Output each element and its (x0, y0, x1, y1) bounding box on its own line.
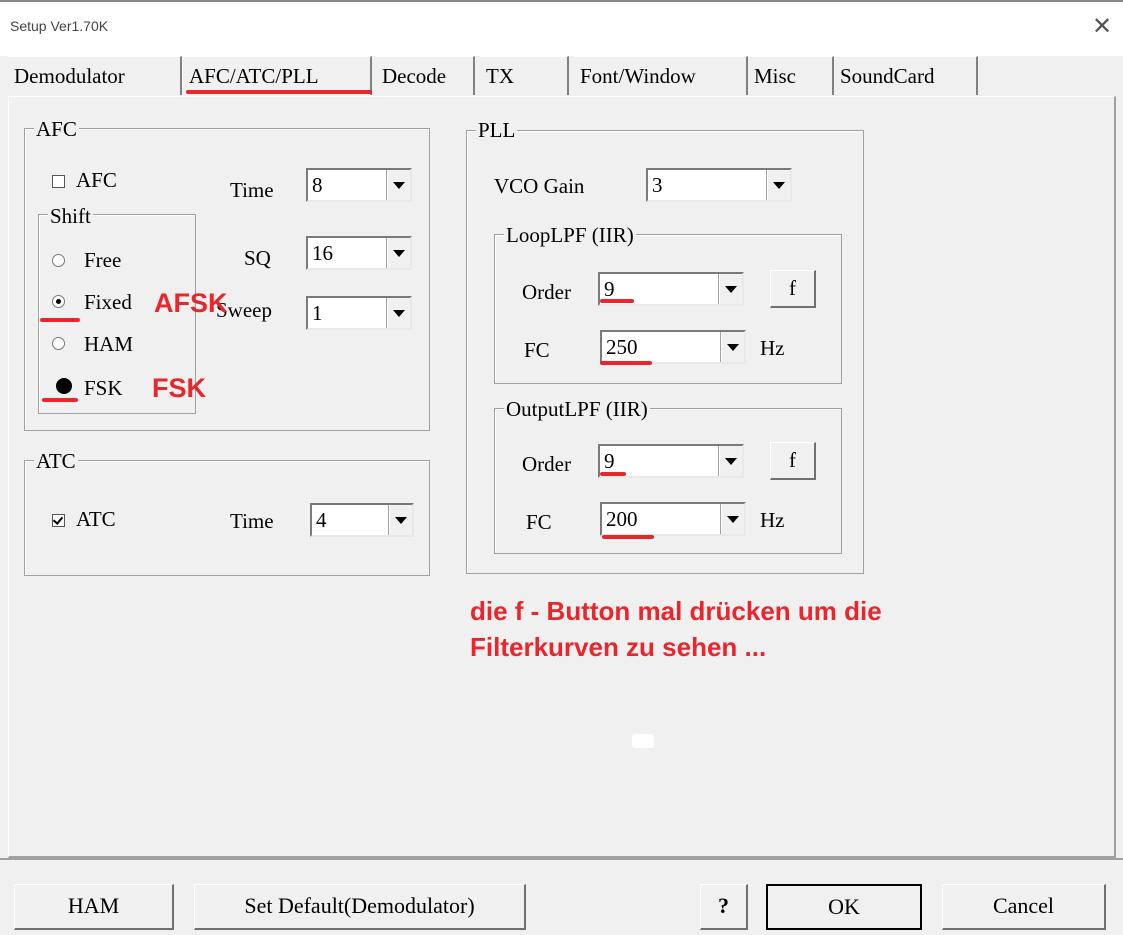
afc-sq-value: 16 (312, 241, 333, 265)
tab-strip: Demodulator AFC/ATC/PLL Decode TX Font/W… (8, 56, 1123, 96)
afc-time-label: Time (230, 178, 274, 202)
shift-fsk-label: FSK (84, 376, 123, 400)
chevron-down-icon (727, 516, 739, 523)
chevron-down-icon (395, 517, 407, 524)
window-title: Setup Ver1.70K (10, 18, 109, 34)
shift-fsk-radio[interactable] (56, 378, 72, 394)
afc-sweep-value: 1 (312, 301, 323, 325)
chevron-down-icon (725, 286, 737, 293)
ok-button[interactable]: OK (766, 884, 922, 930)
atc-checkbox-label: ATC (76, 507, 116, 531)
chevron-down-icon (393, 250, 405, 257)
shift-fixed-label: Fixed (84, 290, 132, 314)
fsk-underline-mark (42, 398, 78, 402)
output-fc-select[interactable]: 200 (600, 502, 746, 536)
afsk-annotation: AFSK (154, 288, 228, 318)
shift-legend: Shift (48, 204, 93, 228)
afc-time-value: 8 (312, 173, 323, 197)
loop-fc-underline-mark (600, 361, 652, 365)
chevron-down-icon (773, 182, 785, 189)
dropdown-button[interactable] (389, 505, 412, 535)
ham-button[interactable]: HAM (14, 884, 174, 930)
vco-gain-value: 3 (652, 173, 663, 197)
shift-free-radio[interactable] (52, 254, 65, 267)
set-default-button[interactable]: Set Default(Demodulator) (194, 884, 526, 930)
tab-demodulator[interactable]: Demodulator (8, 56, 182, 95)
dropdown-button[interactable] (721, 504, 744, 534)
cursor-artifact (632, 734, 654, 748)
note-line-2: Filterkurven zu sehen ... (470, 632, 767, 662)
dropdown-button[interactable] (719, 446, 742, 476)
shift-ham-radio[interactable] (52, 337, 65, 350)
afc-sweep-select[interactable]: 1 (306, 296, 412, 330)
chevron-down-icon (393, 182, 405, 189)
tab-font-window[interactable]: Font/Window (574, 56, 748, 95)
fsk-annotation: FSK (152, 373, 206, 403)
chevron-down-icon (393, 310, 405, 317)
atc-checkbox[interactable] (52, 514, 65, 527)
top-edge (0, 0, 1123, 2)
dropdown-button[interactable] (387, 298, 410, 328)
loop-order-underline-mark (600, 299, 634, 303)
fixed-underline-mark (40, 318, 80, 322)
tab-underline-mark (186, 90, 372, 94)
afc-legend: AFC (34, 117, 79, 141)
loop-fc-unit: Hz (760, 336, 785, 360)
output-f-button[interactable]: f (770, 442, 816, 480)
tab-misc[interactable]: Misc (748, 56, 834, 95)
note-line-1: die f - Button mal drücken um die (470, 596, 882, 626)
help-button[interactable]: ? (700, 884, 748, 930)
atc-time-select[interactable]: 4 (310, 503, 414, 537)
dropdown-button[interactable] (387, 170, 410, 200)
tab-soundcard[interactable]: SoundCard (834, 56, 978, 95)
loop-f-button[interactable]: f (770, 270, 816, 308)
chevron-down-icon (727, 344, 739, 351)
title-bar (0, 0, 1123, 56)
loop-order-label: Order (522, 280, 571, 304)
loop-order-value: 9 (604, 277, 615, 301)
loop-fc-value: 250 (606, 335, 638, 359)
atc-time-value: 4 (316, 508, 327, 532)
output-lpf-legend: OutputLPF (IIR) (504, 397, 650, 421)
shift-free-label: Free (84, 248, 122, 272)
pll-legend: PLL (476, 118, 518, 142)
close-icon[interactable]: ✕ (1092, 12, 1112, 40)
output-fc-underline-mark (602, 535, 654, 539)
output-fc-unit: Hz (760, 508, 785, 532)
chevron-down-icon (725, 458, 737, 465)
output-order-underline-mark (600, 472, 626, 476)
loop-fc-label: FC (524, 338, 550, 362)
dropdown-button[interactable] (767, 170, 790, 200)
tab-tx[interactable]: TX (480, 56, 569, 95)
afc-sq-select[interactable]: 16 (306, 236, 412, 270)
dropdown-button[interactable] (387, 238, 410, 268)
loop-lpf-legend: LoopLPF (IIR) (504, 223, 636, 247)
afc-time-select[interactable]: 8 (306, 168, 412, 202)
atc-legend: ATC (34, 449, 78, 473)
dropdown-button[interactable] (719, 274, 742, 304)
output-fc-value: 200 (606, 507, 638, 531)
afc-checkbox[interactable] (52, 175, 65, 188)
cancel-button[interactable]: Cancel (942, 884, 1106, 930)
shift-ham-label: HAM (84, 332, 134, 356)
loop-fc-select[interactable]: 250 (600, 330, 746, 364)
vco-gain-label: VCO Gain (494, 174, 585, 198)
tab-decode[interactable]: Decode (376, 56, 475, 95)
afc-checkbox-label: AFC (76, 168, 117, 192)
shift-fixed-radio[interactable] (52, 295, 65, 308)
afc-sq-label: SQ (244, 246, 271, 270)
atc-time-label: Time (230, 509, 274, 533)
dropdown-button[interactable] (721, 332, 744, 362)
output-order-value: 9 (604, 449, 615, 473)
output-fc-label: FC (526, 510, 552, 534)
vco-gain-select[interactable]: 3 (646, 168, 792, 202)
output-order-label: Order (522, 452, 571, 476)
